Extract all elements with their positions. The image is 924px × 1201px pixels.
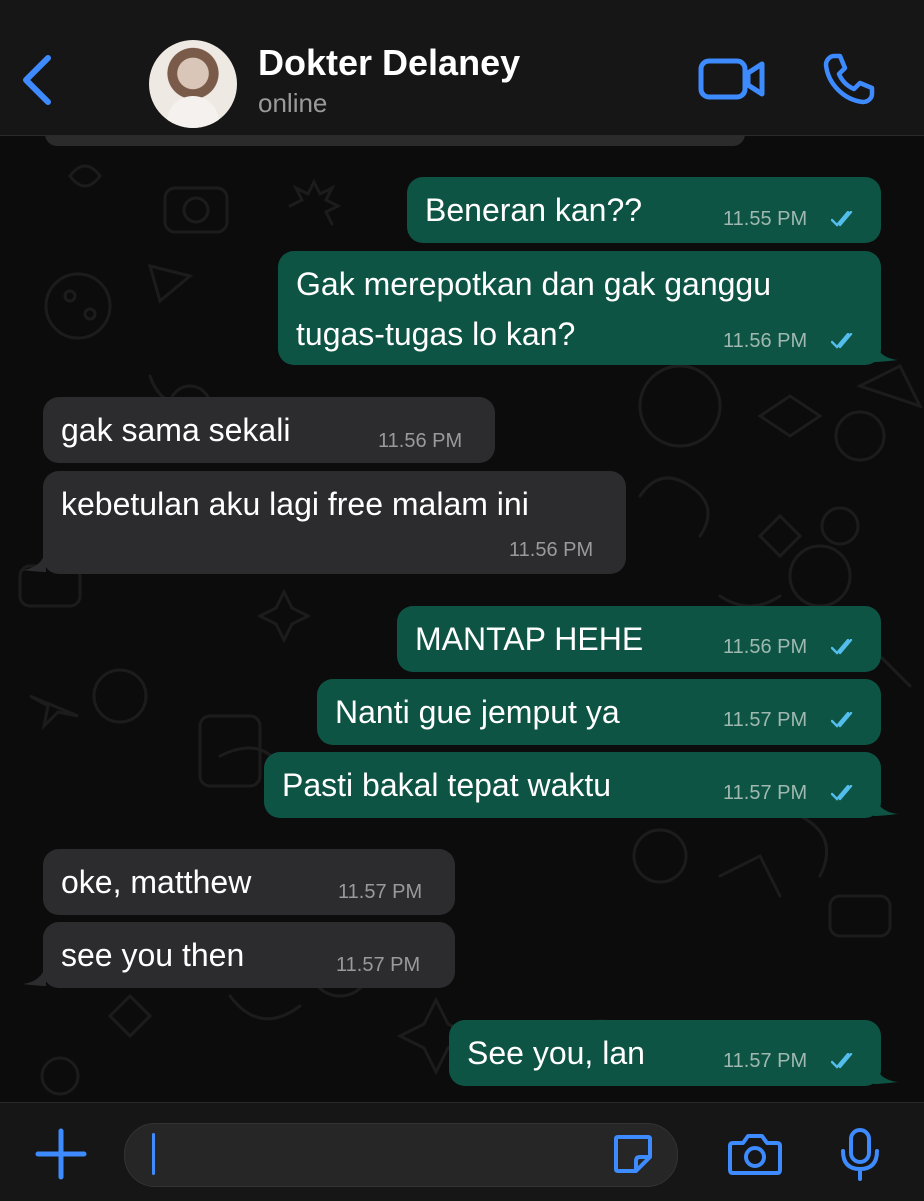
message-text: kebetulan aku lagi free malam ini [61, 486, 529, 522]
read-receipt-icon [831, 211, 853, 227]
voice-call-button[interactable] [822, 52, 876, 106]
message-text: MANTAP HEHE [415, 621, 644, 657]
message-time: 11.56 PM [723, 330, 808, 352]
message-time: 11.56 PM [378, 430, 463, 452]
message-text: Beneran kan?? [425, 192, 643, 228]
bubble-tail [22, 964, 46, 986]
read-receipt-icon [831, 712, 853, 728]
message-time: 11.57 PM [336, 954, 421, 976]
read-receipt-icon [831, 1053, 853, 1069]
outgoing-message[interactable]: Gak merepotkan dan gak ganggu tugas-tuga… [278, 251, 881, 365]
incoming-message[interactable]: gak sama sekali 11.56 PM [43, 397, 495, 463]
message-text: see you then [61, 937, 245, 973]
microphone-icon [841, 1128, 879, 1181]
chat-header: Dokter Delaney online [0, 0, 924, 136]
back-button[interactable] [18, 50, 58, 110]
bubble-tail [22, 550, 46, 572]
message-time: 11.57 PM [723, 782, 808, 804]
attach-button[interactable] [34, 1127, 88, 1181]
outgoing-message[interactable]: Pasti bakal tepat waktu 11.57 PM [264, 752, 881, 818]
camera-icon [728, 1134, 782, 1175]
sticker-icon [614, 1135, 652, 1173]
message-time: 11.55 PM [723, 208, 808, 230]
plus-icon [35, 1128, 87, 1180]
sticker-button[interactable] [612, 1133, 654, 1175]
outgoing-message[interactable]: See you, lan 11.57 PM [449, 1020, 881, 1086]
message-composer [0, 1102, 924, 1201]
video-camera-icon [698, 58, 765, 100]
incoming-message[interactable]: oke, matthew 11.57 PM [43, 849, 455, 915]
message-text: oke, matthew [61, 864, 252, 900]
incoming-message[interactable]: kebetulan aku lagi free malam ini 11.56 … [43, 471, 626, 574]
message-text: Nanti gue jemput ya [335, 694, 620, 730]
contact-avatar[interactable] [149, 40, 237, 128]
phone-icon [823, 53, 875, 105]
message-text: tugas-tugas lo kan? [296, 316, 576, 352]
message-text: See you, lan [467, 1035, 645, 1071]
bubble-tail [874, 1062, 898, 1084]
incoming-message[interactable]: see you then 11.57 PM [43, 922, 455, 988]
read-receipt-icon [831, 333, 853, 349]
outgoing-message[interactable]: Nanti gue jemput ya 11.57 PM [317, 679, 881, 745]
message-text: Gak merepotkan dan gak ganggu [296, 266, 771, 302]
read-receipt-icon [831, 639, 853, 655]
text-caret [152, 1133, 155, 1175]
chevron-left-icon [23, 55, 51, 105]
contact-status: online [258, 88, 328, 118]
message-input[interactable] [124, 1123, 678, 1187]
previous-message-edge [45, 136, 745, 146]
outgoing-message[interactable]: Beneran kan?? 11.55 PM [407, 177, 881, 243]
read-receipt-icon [831, 785, 853, 801]
message-time: 11.57 PM [723, 1050, 808, 1072]
contact-name[interactable]: Dokter Delaney [258, 42, 520, 84]
message-time: 11.56 PM [509, 539, 594, 561]
message-text: Pasti bakal tepat waktu [282, 767, 612, 803]
message-time: 11.57 PM [338, 881, 423, 903]
bubble-tail [874, 340, 898, 362]
microphone-button[interactable] [838, 1127, 882, 1181]
outgoing-message[interactable]: MANTAP HEHE 11.56 PM [397, 606, 881, 672]
message-time: 11.57 PM [723, 709, 808, 731]
message-text: gak sama sekali [61, 412, 291, 448]
message-list[interactable]: Beneran kan?? 11.55 PM Gak merepotkan da… [0, 136, 924, 1102]
bubble-tail [874, 794, 898, 816]
video-call-button[interactable] [698, 55, 766, 103]
message-time: 11.56 PM [723, 636, 808, 658]
camera-button[interactable] [727, 1131, 783, 1177]
